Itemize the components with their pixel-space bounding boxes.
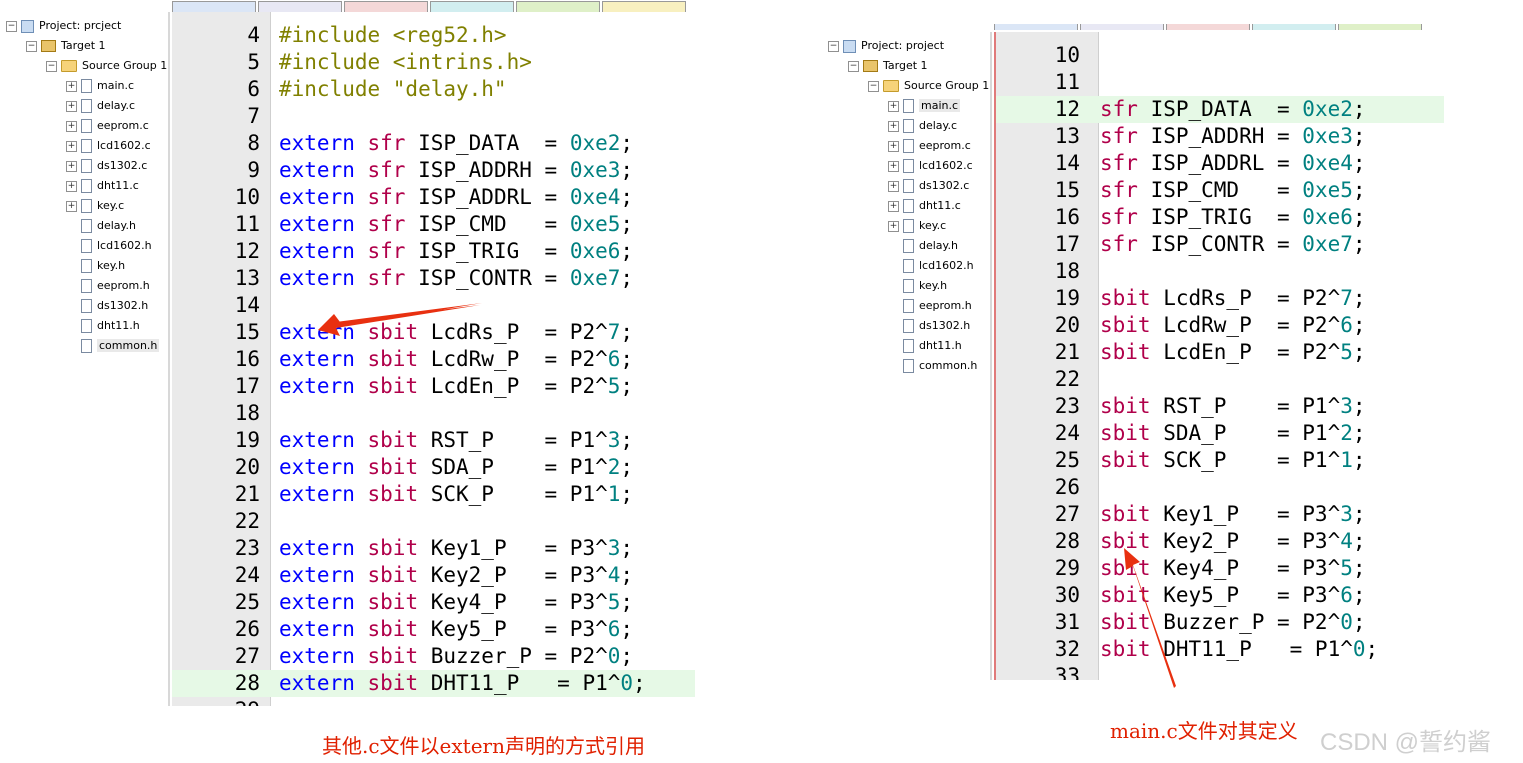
left-arrow-icon (318, 305, 480, 336)
caption-left: 其他.c文件以extern声明的方式引用 (322, 734, 645, 758)
left-arrow-shaft (336, 303, 482, 327)
caption-right: main.c文件对其定义 (1110, 719, 1298, 743)
right-arrow-icon (1124, 548, 1176, 688)
annotation-arrows (318, 303, 1176, 688)
watermark: CSDN @誓约酱 (1320, 729, 1492, 756)
